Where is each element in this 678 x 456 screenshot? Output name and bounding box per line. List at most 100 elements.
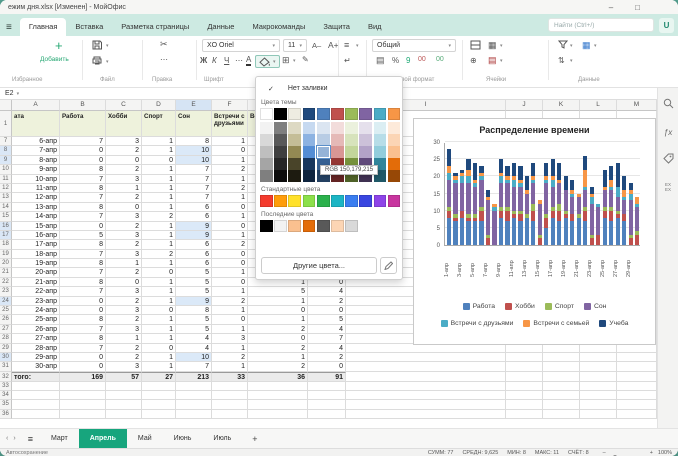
cell[interactable] — [346, 410, 506, 419]
theme-color-swatch[interactable] — [345, 108, 358, 120]
cell[interactable] — [346, 382, 506, 391]
merge-cells-icon[interactable] — [470, 40, 481, 52]
cell[interactable]: 5 — [176, 278, 212, 287]
shade-swatch[interactable] — [274, 146, 287, 158]
cell[interactable] — [580, 344, 617, 353]
account-button[interactable]: U — [659, 18, 674, 33]
cell[interactable]: 8 — [60, 165, 106, 174]
cell[interactable]: 1 — [106, 334, 142, 343]
shade-swatch[interactable] — [288, 158, 301, 170]
cell[interactable]: 1 — [212, 212, 248, 221]
row-header[interactable]: 20 — [0, 259, 12, 268]
shade-swatch[interactable] — [359, 134, 372, 146]
cell[interactable]: 2 — [142, 212, 176, 221]
cell[interactable]: 7 — [60, 325, 106, 334]
cell[interactable]: 13-апр — [12, 203, 60, 212]
col-header-J[interactable]: J — [506, 100, 543, 111]
cell[interactable]: 8 — [60, 240, 106, 249]
shade-swatch[interactable] — [274, 170, 287, 182]
row-header[interactable]: 30 — [0, 353, 12, 362]
cell[interactable] — [248, 410, 308, 419]
eyedropper-button[interactable] — [380, 257, 397, 274]
cell[interactable] — [346, 400, 506, 409]
cell[interactable] — [308, 391, 346, 400]
col-header-C[interactable]: C — [106, 100, 142, 111]
cell[interactable]: 1 — [142, 353, 176, 362]
row-header[interactable]: 24 — [0, 297, 12, 306]
cell[interactable]: 2 — [248, 325, 308, 334]
sort-icon[interactable]: ⇅ — [558, 56, 565, 65]
theme-color-swatch[interactable] — [303, 108, 316, 120]
cell[interactable]: 16-апр — [12, 231, 60, 240]
cell[interactable]: 7 — [176, 175, 212, 184]
cell[interactable] — [176, 382, 212, 391]
header-cell[interactable]: Работа — [60, 111, 106, 137]
theme-color-swatch[interactable] — [331, 108, 344, 120]
theme-color-swatch[interactable] — [317, 108, 330, 120]
theme-color-swatch[interactable] — [359, 108, 372, 120]
header-cell[interactable]: Сон — [176, 111, 212, 137]
cell[interactable] — [506, 362, 543, 371]
cell[interactable] — [543, 344, 580, 353]
cell[interactable]: 0 — [60, 297, 106, 306]
cell[interactable]: 1 — [142, 165, 176, 174]
standard-color-swatch[interactable] — [274, 195, 287, 207]
cell[interactable]: 15-апр — [12, 222, 60, 231]
cell[interactable]: 9 — [176, 222, 212, 231]
underline-button[interactable]: Ч — [224, 56, 229, 65]
cell[interactable]: 1 — [142, 175, 176, 184]
cell[interactable]: 0 — [106, 156, 142, 165]
cell[interactable]: 1 — [142, 334, 176, 343]
cell[interactable]: 20-апр — [12, 268, 60, 277]
theme-color-swatch[interactable] — [288, 108, 301, 120]
row-header[interactable]: 35 — [0, 400, 12, 409]
cell[interactable]: 5 — [248, 287, 308, 296]
shade-swatch[interactable] — [288, 170, 301, 182]
cell[interactable]: 7 — [176, 193, 212, 202]
row-header[interactable]: 7 — [0, 137, 12, 146]
print-caret-icon[interactable]: ▾ — [106, 59, 109, 65]
cell[interactable]: 8 — [176, 137, 212, 146]
borders-caret-icon[interactable]: ▾ — [293, 58, 296, 64]
cell[interactable]: 1 — [212, 175, 248, 184]
shade-swatch[interactable] — [317, 146, 330, 158]
filter-icon[interactable] — [558, 40, 568, 51]
cell[interactable] — [543, 410, 580, 419]
standard-color-swatch[interactable] — [303, 195, 316, 207]
cell[interactable]: 0 — [212, 222, 248, 231]
cell[interactable]: 2 — [308, 297, 346, 306]
cell[interactable]: 22-апр — [12, 287, 60, 296]
zoom-in-icon[interactable]: + — [650, 449, 653, 456]
row-header[interactable]: 19 — [0, 250, 12, 259]
row-header[interactable]: 34 — [0, 391, 12, 400]
cell[interactable]: 10 — [176, 146, 212, 155]
cell[interactable]: 1 — [142, 315, 176, 324]
cut-icon[interactable]: ✂ — [160, 39, 168, 50]
standard-color-swatch[interactable] — [359, 195, 372, 207]
cell[interactable]: 28-апр — [12, 344, 60, 353]
cell[interactable]: 8 — [60, 184, 106, 193]
col-header-F[interactable]: F — [212, 100, 248, 111]
cell[interactable]: 1 — [142, 325, 176, 334]
cell[interactable]: 8-апр — [12, 156, 60, 165]
recent-color-swatch[interactable] — [331, 220, 344, 232]
decrease-decimal-icon[interactable]: 00 — [418, 56, 426, 63]
print-icon[interactable] — [92, 56, 102, 67]
cell[interactable]: 2 — [106, 344, 142, 353]
cell[interactable]: 1 — [212, 287, 248, 296]
cell[interactable]: 1 — [142, 231, 176, 240]
sheet-tab[interactable]: Июнь — [163, 429, 203, 448]
cell[interactable]: 1 — [212, 306, 248, 315]
cell[interactable]: 6-апр — [12, 137, 60, 146]
cell[interactable]: 2 — [248, 344, 308, 353]
cell[interactable]: 2 — [212, 297, 248, 306]
cell[interactable]: 1 — [248, 353, 308, 362]
cell[interactable]: 2 — [308, 353, 346, 362]
row-header[interactable]: 18 — [0, 240, 12, 249]
fill-color-button[interactable]: ▾ — [255, 55, 280, 68]
cell[interactable]: 27-апр — [12, 334, 60, 343]
cell[interactable]: 1 — [142, 259, 176, 268]
total-cell[interactable]: 33 — [212, 372, 248, 382]
col-header-E[interactable]: E — [176, 100, 212, 111]
cell[interactable] — [12, 410, 60, 419]
